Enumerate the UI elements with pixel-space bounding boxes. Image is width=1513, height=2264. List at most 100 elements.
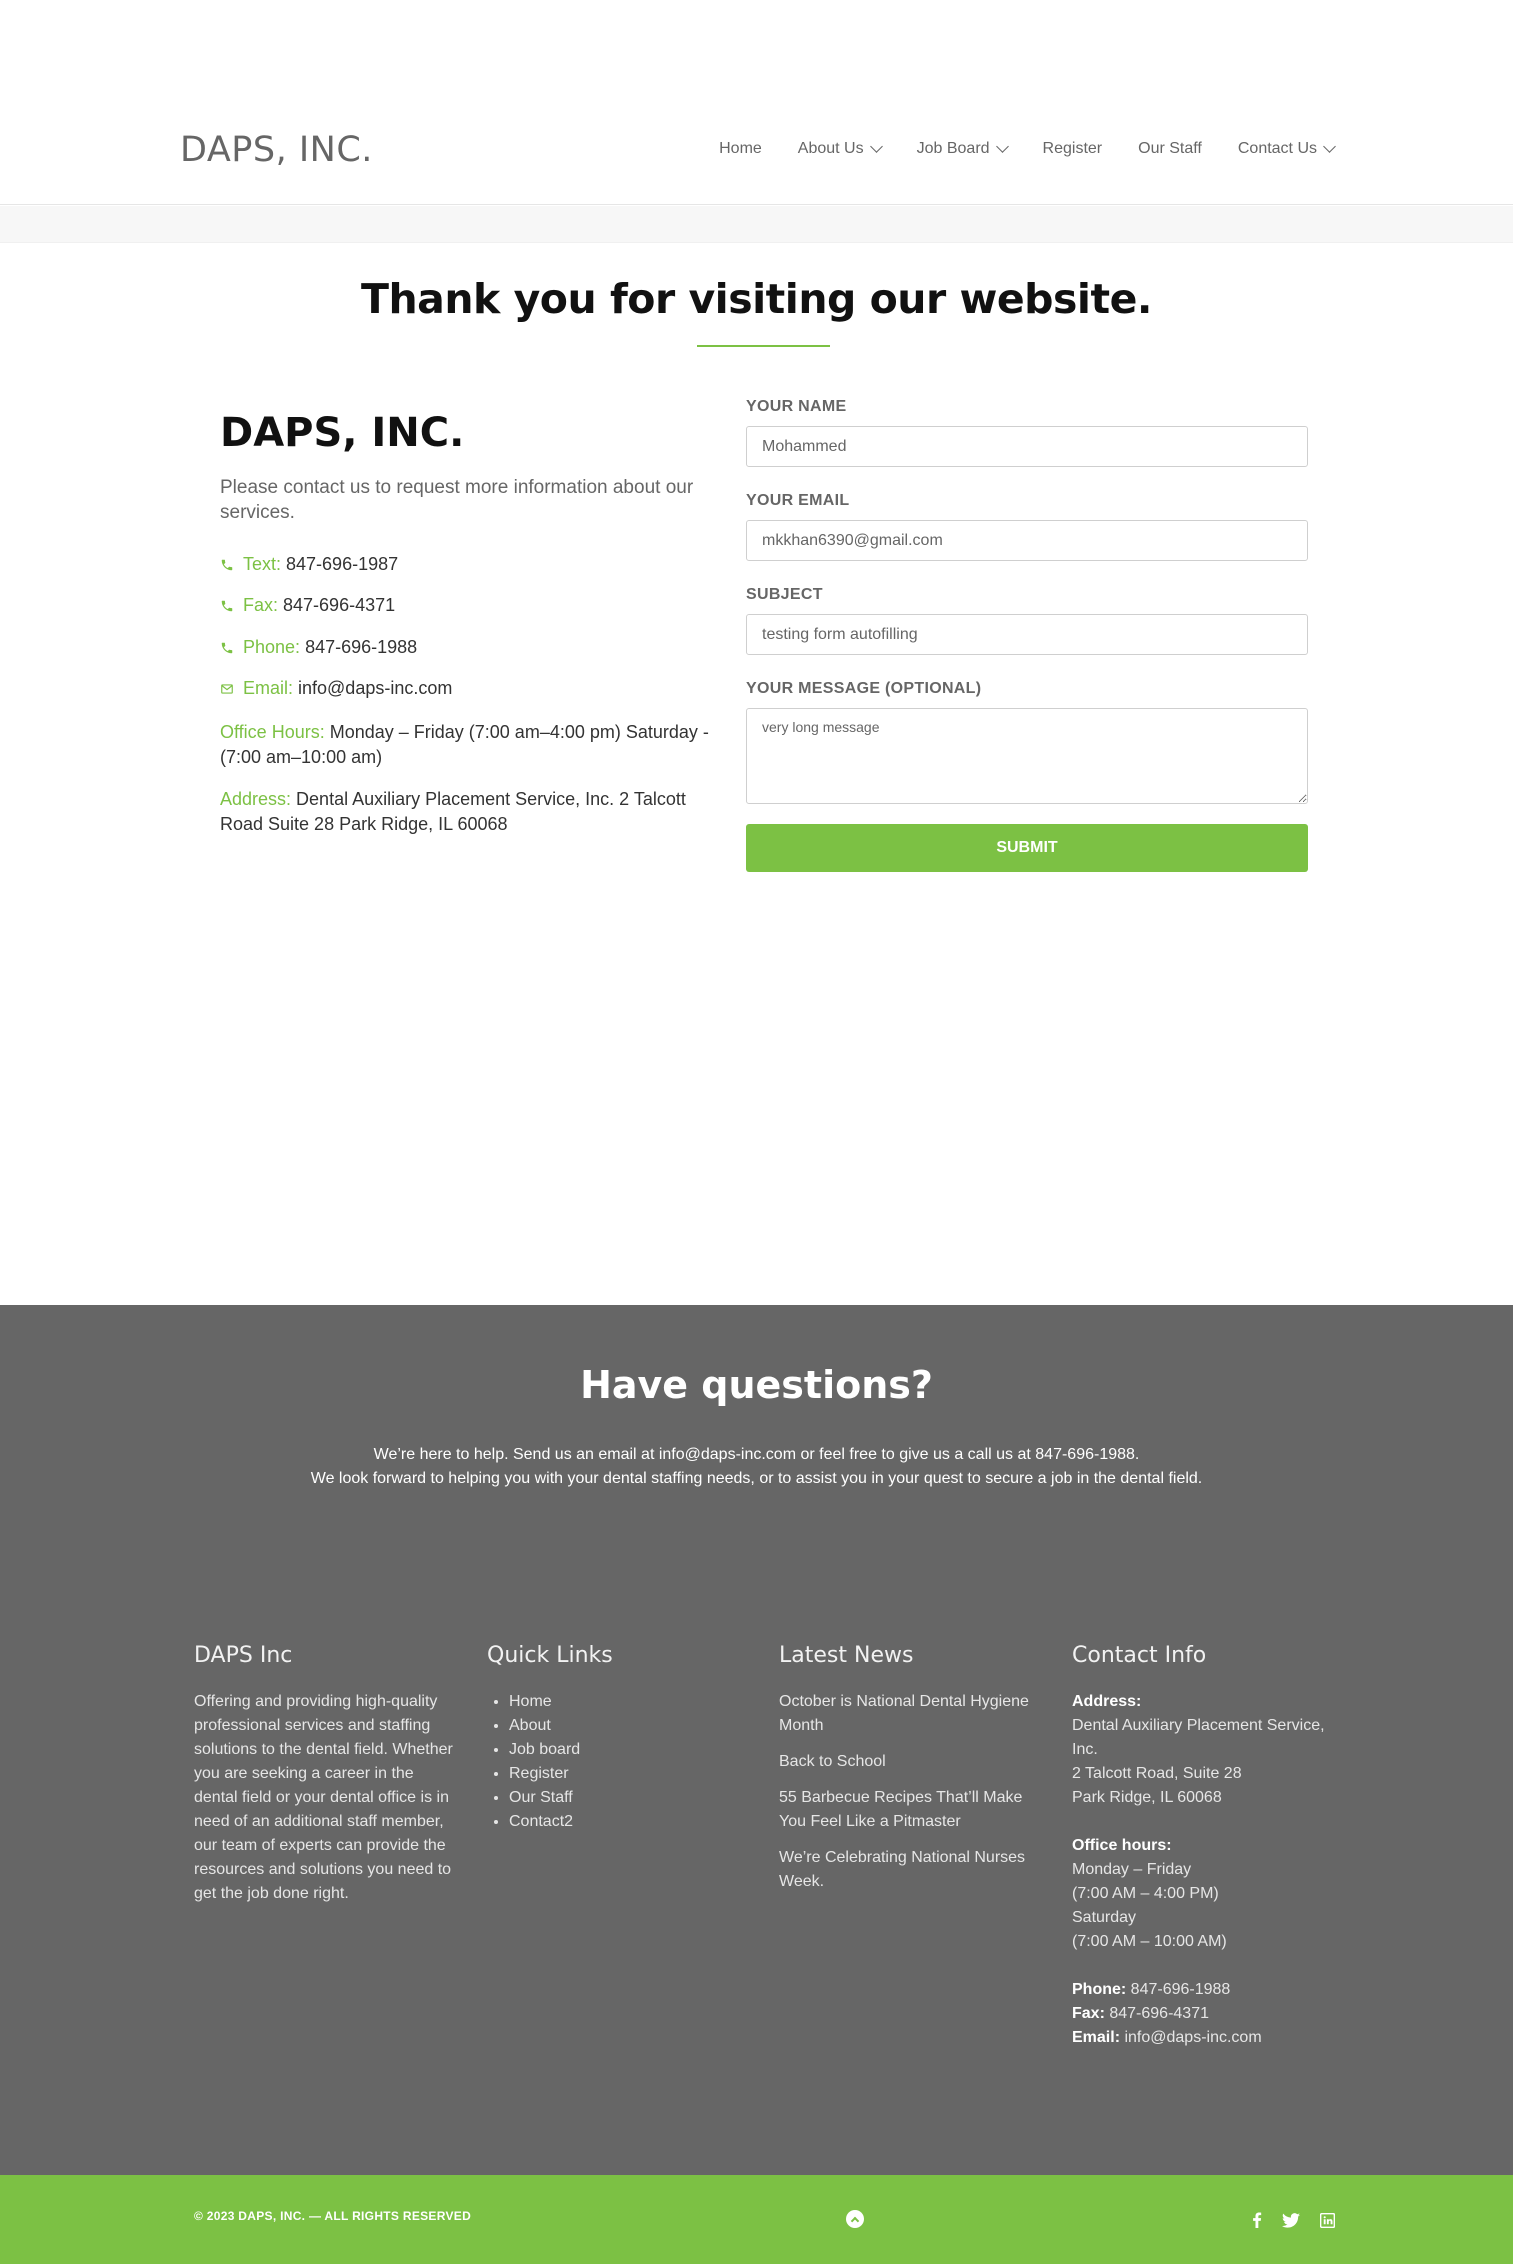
nav-label: Register bbox=[1042, 140, 1103, 157]
quick-links-list: Home About Job board Register Our Staff … bbox=[487, 1690, 752, 1834]
contact-fax-label: Fax: bbox=[243, 595, 279, 615]
footer-phone: Phone: 847-696-1988 bbox=[1072, 1978, 1337, 2002]
chevron-up-icon bbox=[850, 2216, 860, 2225]
chevron-down-icon bbox=[995, 140, 1009, 153]
page-title: Thank you for visiting our website. bbox=[361, 275, 1152, 323]
main-nav: Home About Us Job Board Register Our Sta… bbox=[719, 140, 1336, 158]
title-underline bbox=[697, 345, 830, 347]
footer-phone-label: Phone: bbox=[1072, 1981, 1127, 1998]
footer-links-title: Quick Links bbox=[487, 1643, 613, 1668]
subject-label: SUBJECT bbox=[746, 586, 823, 603]
nav-our-staff[interactable]: Our Staff bbox=[1138, 140, 1202, 158]
questions-line-1: We’re here to help. Send us an email at … bbox=[373, 1446, 1140, 1463]
facebook-icon[interactable] bbox=[1247, 2210, 1267, 2230]
nav-label: Our Staff bbox=[1138, 140, 1202, 157]
footer-contact-info: Contact Info Address: Dental Auxiliary P… bbox=[1072, 1643, 1337, 2050]
header-divider-band bbox=[0, 206, 1513, 243]
site-header: DAPS, INC. Home About Us Job Board Regis… bbox=[0, 0, 1513, 205]
chevron-down-icon bbox=[1323, 140, 1336, 153]
contact-email-label: Email: bbox=[243, 678, 294, 698]
questions-text: We’re here to help. Send us an email at … bbox=[0, 1443, 1513, 1491]
nav-label: About Us bbox=[797, 140, 864, 157]
name-field[interactable] bbox=[746, 426, 1308, 467]
footer-email: Email: info@daps-inc.com bbox=[1072, 2026, 1337, 2050]
footer-hours-label: Office hours: bbox=[1072, 1837, 1172, 1854]
site-logo[interactable]: DAPS, INC. bbox=[180, 130, 373, 170]
nav-label: Home bbox=[719, 140, 762, 157]
nav-register[interactable]: Register bbox=[1043, 140, 1103, 158]
contact-form: YOUR NAME YOUR EMAIL SUBJECT YOUR MESSAG… bbox=[746, 398, 1308, 872]
linkedin-icon[interactable] bbox=[1317, 2210, 1337, 2230]
contact-text-label: Text: bbox=[243, 554, 282, 574]
scroll-to-top-button[interactable] bbox=[846, 2210, 864, 2228]
footer-email-value[interactable]: info@daps-inc.com bbox=[1124, 2029, 1261, 2046]
phone-icon bbox=[220, 599, 234, 613]
footer-fax-value: 847-696-4371 bbox=[1109, 2005, 1209, 2022]
footer-phone-value[interactable]: 847-696-1988 bbox=[1131, 1981, 1231, 1998]
nav-about-us[interactable]: About Us bbox=[797, 140, 883, 158]
footer-fax-label: Fax: bbox=[1072, 2005, 1105, 2022]
quick-link-job-board[interactable]: Job board bbox=[509, 1738, 752, 1762]
footer-latest-news: Latest News October is National Dental H… bbox=[779, 1643, 1044, 1906]
nav-job-board[interactable]: Job Board bbox=[916, 140, 1009, 158]
news-item[interactable]: October is National Dental Hygiene Month bbox=[779, 1690, 1044, 1738]
email-label: YOUR EMAIL bbox=[746, 492, 850, 509]
footer-about-title: DAPS Inc bbox=[194, 1643, 293, 1668]
news-item[interactable]: 55 Barbecue Recipes That’ll Make You Fee… bbox=[779, 1786, 1044, 1834]
office-hours: Office Hours: Monday – Friday (7:00 am–4:… bbox=[220, 720, 730, 770]
message-field[interactable]: very long message bbox=[746, 708, 1308, 804]
footer-quick-links: Quick Links Home About Job board Registe… bbox=[487, 1643, 752, 1834]
quick-link-about[interactable]: About bbox=[509, 1714, 752, 1738]
quick-link-our-staff[interactable]: Our Staff bbox=[509, 1786, 752, 1810]
message-label: YOUR MESSAGE (OPTIONAL) bbox=[746, 680, 982, 697]
footer-address-line: Park Ridge, IL 60068 bbox=[1072, 1789, 1222, 1806]
email-field[interactable] bbox=[746, 520, 1308, 561]
quick-link-register[interactable]: Register bbox=[509, 1762, 752, 1786]
office-hours-label: Office Hours: bbox=[220, 722, 325, 742]
subject-field[interactable] bbox=[746, 614, 1308, 655]
contact-phone: Phone: 847-696-1988 bbox=[220, 637, 417, 658]
submit-button[interactable]: SUBMIT bbox=[746, 824, 1308, 872]
chevron-down-icon bbox=[869, 140, 883, 153]
phone-icon bbox=[220, 558, 234, 572]
nav-home[interactable]: Home bbox=[719, 140, 762, 158]
nav-label: Job Board bbox=[916, 140, 990, 157]
quick-link-contact2[interactable]: Contact2 bbox=[509, 1810, 752, 1834]
footer-hours-line: Saturday bbox=[1072, 1909, 1137, 1926]
contact-text-value[interactable]: 847-696-1987 bbox=[286, 554, 398, 575]
contact-text: Text: 847-696-1987 bbox=[220, 554, 398, 575]
footer-hours-line: Monday – Friday bbox=[1072, 1861, 1192, 1878]
footer-email-label: Email: bbox=[1072, 2029, 1121, 2046]
envelope-icon bbox=[220, 682, 234, 696]
questions-line-2: We look forward to helping you with your… bbox=[310, 1470, 1203, 1487]
contact-email: Email: info@daps-inc.com bbox=[220, 678, 452, 699]
footer-about: DAPS Inc Offering and providing high-qua… bbox=[194, 1643, 459, 1906]
contact-fax-value: 847-696-4371 bbox=[283, 595, 396, 615]
address-label: Address: bbox=[220, 789, 292, 809]
footer-address-line: 2 Talcott Road, Suite 28 bbox=[1072, 1765, 1242, 1782]
nav-contact-us[interactable]: Contact Us bbox=[1237, 140, 1336, 158]
nav-label: Contact Us bbox=[1237, 140, 1317, 157]
footer-fax: Fax: 847-696-4371 bbox=[1072, 2002, 1337, 2026]
questions-title: Have questions? bbox=[580, 1363, 933, 1407]
news-item[interactable]: We’re Celebrating National Nurses Week. bbox=[779, 1846, 1044, 1894]
copyright-text: © 2023 DAPS, INC. — ALL RIGHTS RESERVED bbox=[194, 2209, 472, 2223]
contact-email-value[interactable]: info@daps-inc.com bbox=[298, 678, 452, 699]
footer-address-label: Address: bbox=[1072, 1693, 1142, 1710]
phone-icon bbox=[220, 641, 234, 655]
footer-hours-line: (7:00 AM – 4:00 PM) bbox=[1072, 1885, 1219, 1902]
footer-address-line: Dental Auxiliary Placement Service, Inc. bbox=[1072, 1717, 1325, 1758]
address: Address: Dental Auxiliary Placement Servi… bbox=[220, 787, 730, 837]
footer-about-text: Offering and providing high-quality prof… bbox=[194, 1693, 453, 1902]
company-name: DAPS, INC. bbox=[220, 410, 465, 456]
contact-intro: Please contact us to request more inform… bbox=[220, 477, 694, 523]
contact-phone-value[interactable]: 847-696-1988 bbox=[305, 637, 417, 658]
twitter-icon[interactable] bbox=[1281, 2210, 1301, 2230]
name-label: YOUR NAME bbox=[746, 398, 847, 415]
news-item[interactable]: Back to School bbox=[779, 1750, 1044, 1774]
footer-hours-line: (7:00 AM – 10:00 AM) bbox=[1072, 1933, 1227, 1950]
quick-link-home[interactable]: Home bbox=[509, 1690, 752, 1714]
contact-fax: Fax: 847-696-4371 bbox=[220, 595, 395, 616]
footer-news-title: Latest News bbox=[779, 1643, 914, 1668]
footer-contact-title: Contact Info bbox=[1072, 1643, 1207, 1668]
